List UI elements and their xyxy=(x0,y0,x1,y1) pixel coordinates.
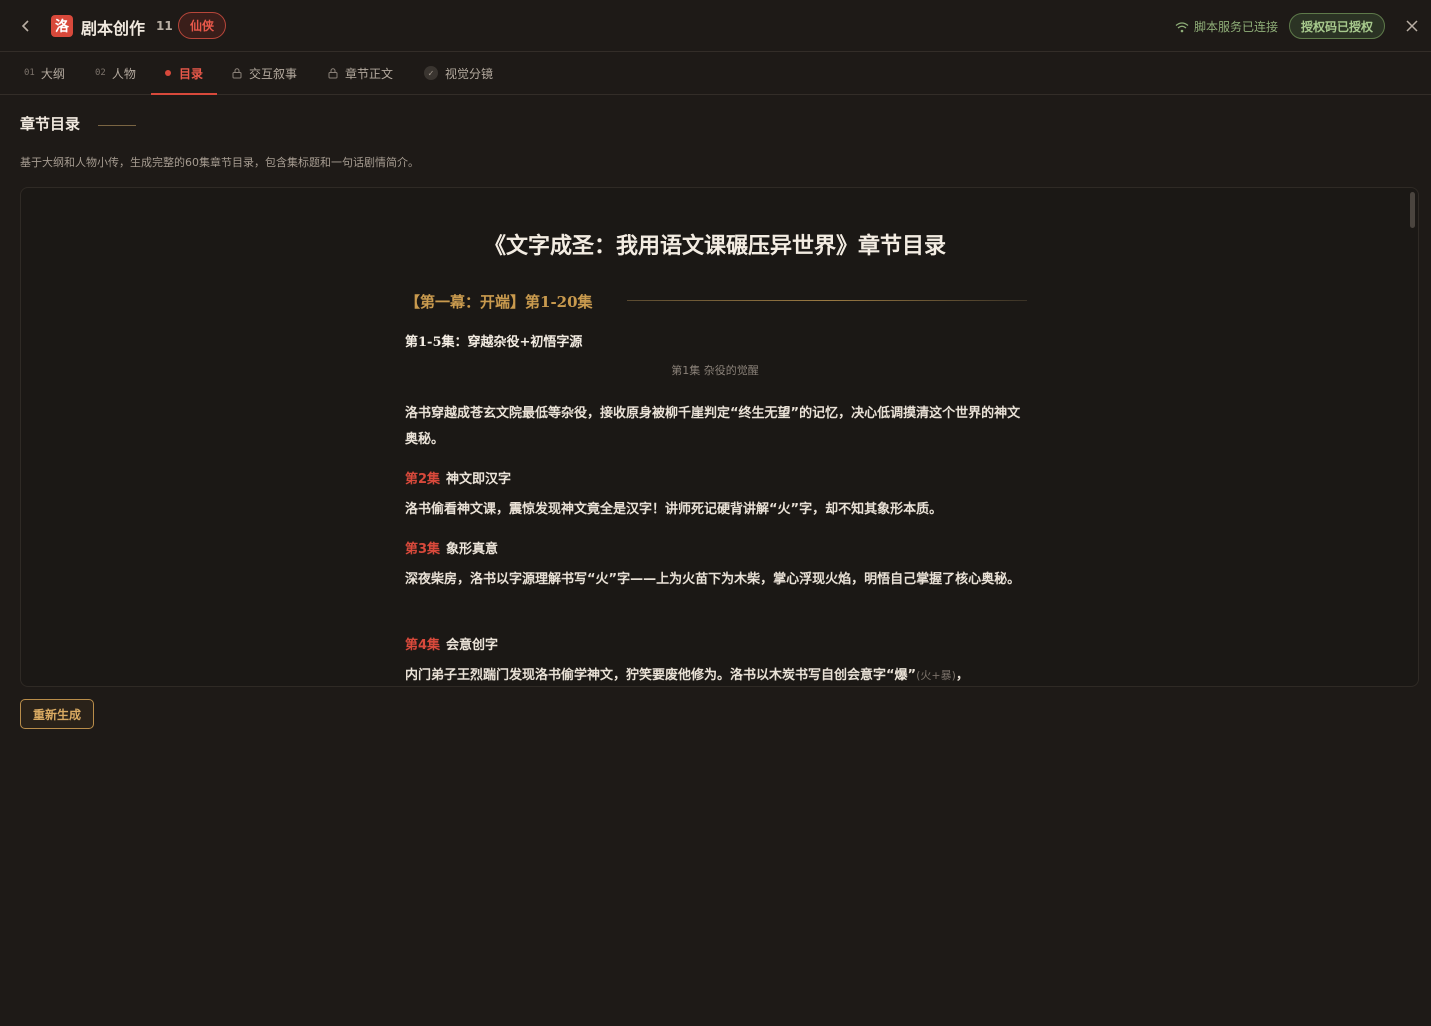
section-description: 基于大纲和人物小传，生成完整的60集章节目录，包含集标题和一句话剧情简介。 xyxy=(20,156,419,169)
episode-3-heading: 第3集 象形真意 xyxy=(405,538,498,557)
genre-badge[interactable]: 仙侠 xyxy=(178,12,227,39)
episode-4-note: (火+暴) xyxy=(916,669,956,682)
tab-label: 人物 xyxy=(111,66,136,81)
episode-1-summary: 洛书穿越成苍玄文院最低等杂役，接收原身被柳千崖判定“终生无望”的记忆，决心低调摸… xyxy=(405,406,1021,447)
episode-2-summary: 洛书偷看神文课，震惊发现神文竟全是汉字！讲师死记硬背讲解“火”字，却不知其象形本… xyxy=(405,502,943,517)
tab-storyboard[interactable]: ✓ 视觉分镜 xyxy=(424,52,493,94)
wifi-icon xyxy=(1175,21,1189,32)
tab-number: 02 xyxy=(95,68,106,78)
episode-1-heading: 第1集 杂役的觉醒 xyxy=(671,364,759,377)
section-title: 章节目录 xyxy=(20,115,81,133)
tab-label: 目录 xyxy=(179,66,204,81)
lock-icon xyxy=(328,68,338,79)
episode-3-summary: 深夜柴房，洛书以字源理解书写“火”字——上为火苗下为木柴，掌心浮现火焰，明悟自己… xyxy=(405,572,1021,587)
back-button[interactable] xyxy=(16,16,36,36)
connection-status-text: 脚本服务已连接 xyxy=(1194,20,1279,34)
tab-chapter-text[interactable]: 章节正文 xyxy=(327,52,393,94)
episode-4-heading: 第4集 会意创字 xyxy=(405,634,498,653)
episode-4-text: 内门弟子王烈踹门发现洛书偷学神文，狞笑要废他修为。洛书以木炭书写自创会意字“爆” xyxy=(405,668,917,683)
tab-number: 01 xyxy=(24,68,35,78)
app-logo: 洛 xyxy=(51,15,73,37)
chevron-left-icon xyxy=(21,20,29,32)
regenerate-button[interactable]: 重新生成 xyxy=(20,699,94,729)
section-divider xyxy=(98,125,136,126)
episode-4-summary: 内门弟子王烈踹门发现洛书偷学神文，狞笑要废他修为。洛书以木炭书写自创会意字“爆”… xyxy=(405,663,1025,686)
tab-label: 视觉分镜 xyxy=(445,66,494,81)
tab-label: 交互叙事 xyxy=(249,66,298,81)
episode-title: 会意创字 xyxy=(446,638,499,653)
episode-title: 象形真意 xyxy=(446,542,499,557)
check-icon: ✓ xyxy=(424,66,438,80)
step-tabs: 01 大纲 02 人物 目录 交互叙事 章节正文 ✓ 视觉分镜 xyxy=(0,52,1431,95)
act-heading: 【第一幕：开端】第1-20集 xyxy=(405,293,593,311)
episode-4-tail: ， xyxy=(955,668,969,683)
act-divider xyxy=(627,300,1027,301)
close-icon xyxy=(1406,20,1418,32)
tab-interactive-narrative[interactable]: 交互叙事 xyxy=(231,52,297,94)
tab-catalog[interactable]: 目录 xyxy=(150,52,218,95)
project-count: 11 xyxy=(156,19,173,33)
episode-2-heading: 第2集 神文即汉字 xyxy=(405,468,511,487)
app-title: 剧本创作 xyxy=(81,19,146,38)
active-dot-icon xyxy=(165,70,171,76)
document-title: 《文字成圣：我用语文课碾压异世界》章节目录 xyxy=(483,233,946,259)
episode-group-title: 第1-5集：穿越杂役+初悟字源 xyxy=(405,335,583,350)
lock-icon xyxy=(232,68,242,79)
scrollbar-thumb[interactable] xyxy=(1410,192,1415,228)
connection-status: 脚本服务已连接 xyxy=(1175,18,1278,35)
auth-status-badge[interactable]: 授权码已授权 xyxy=(1289,13,1386,39)
episode-number: 第3集 xyxy=(405,542,441,557)
tab-characters[interactable]: 02 人物 xyxy=(95,52,136,94)
catalog-panel[interactable]: 《文字成圣：我用语文课碾压异世界》章节目录 【第一幕：开端】第1-20集 第1-… xyxy=(20,187,1419,687)
episode-number: 第2集 xyxy=(405,472,441,487)
episode-title: 神文即汉字 xyxy=(446,472,512,487)
episode-number: 第4集 xyxy=(405,638,441,653)
top-bar: 洛 剧本创作 11 仙侠 脚本服务已连接 授权码已授权 xyxy=(0,0,1431,52)
tab-label: 大纲 xyxy=(40,66,65,81)
tab-outline[interactable]: 01 大纲 xyxy=(24,52,65,94)
close-button[interactable] xyxy=(1402,16,1422,36)
tab-label: 章节正文 xyxy=(345,66,394,81)
